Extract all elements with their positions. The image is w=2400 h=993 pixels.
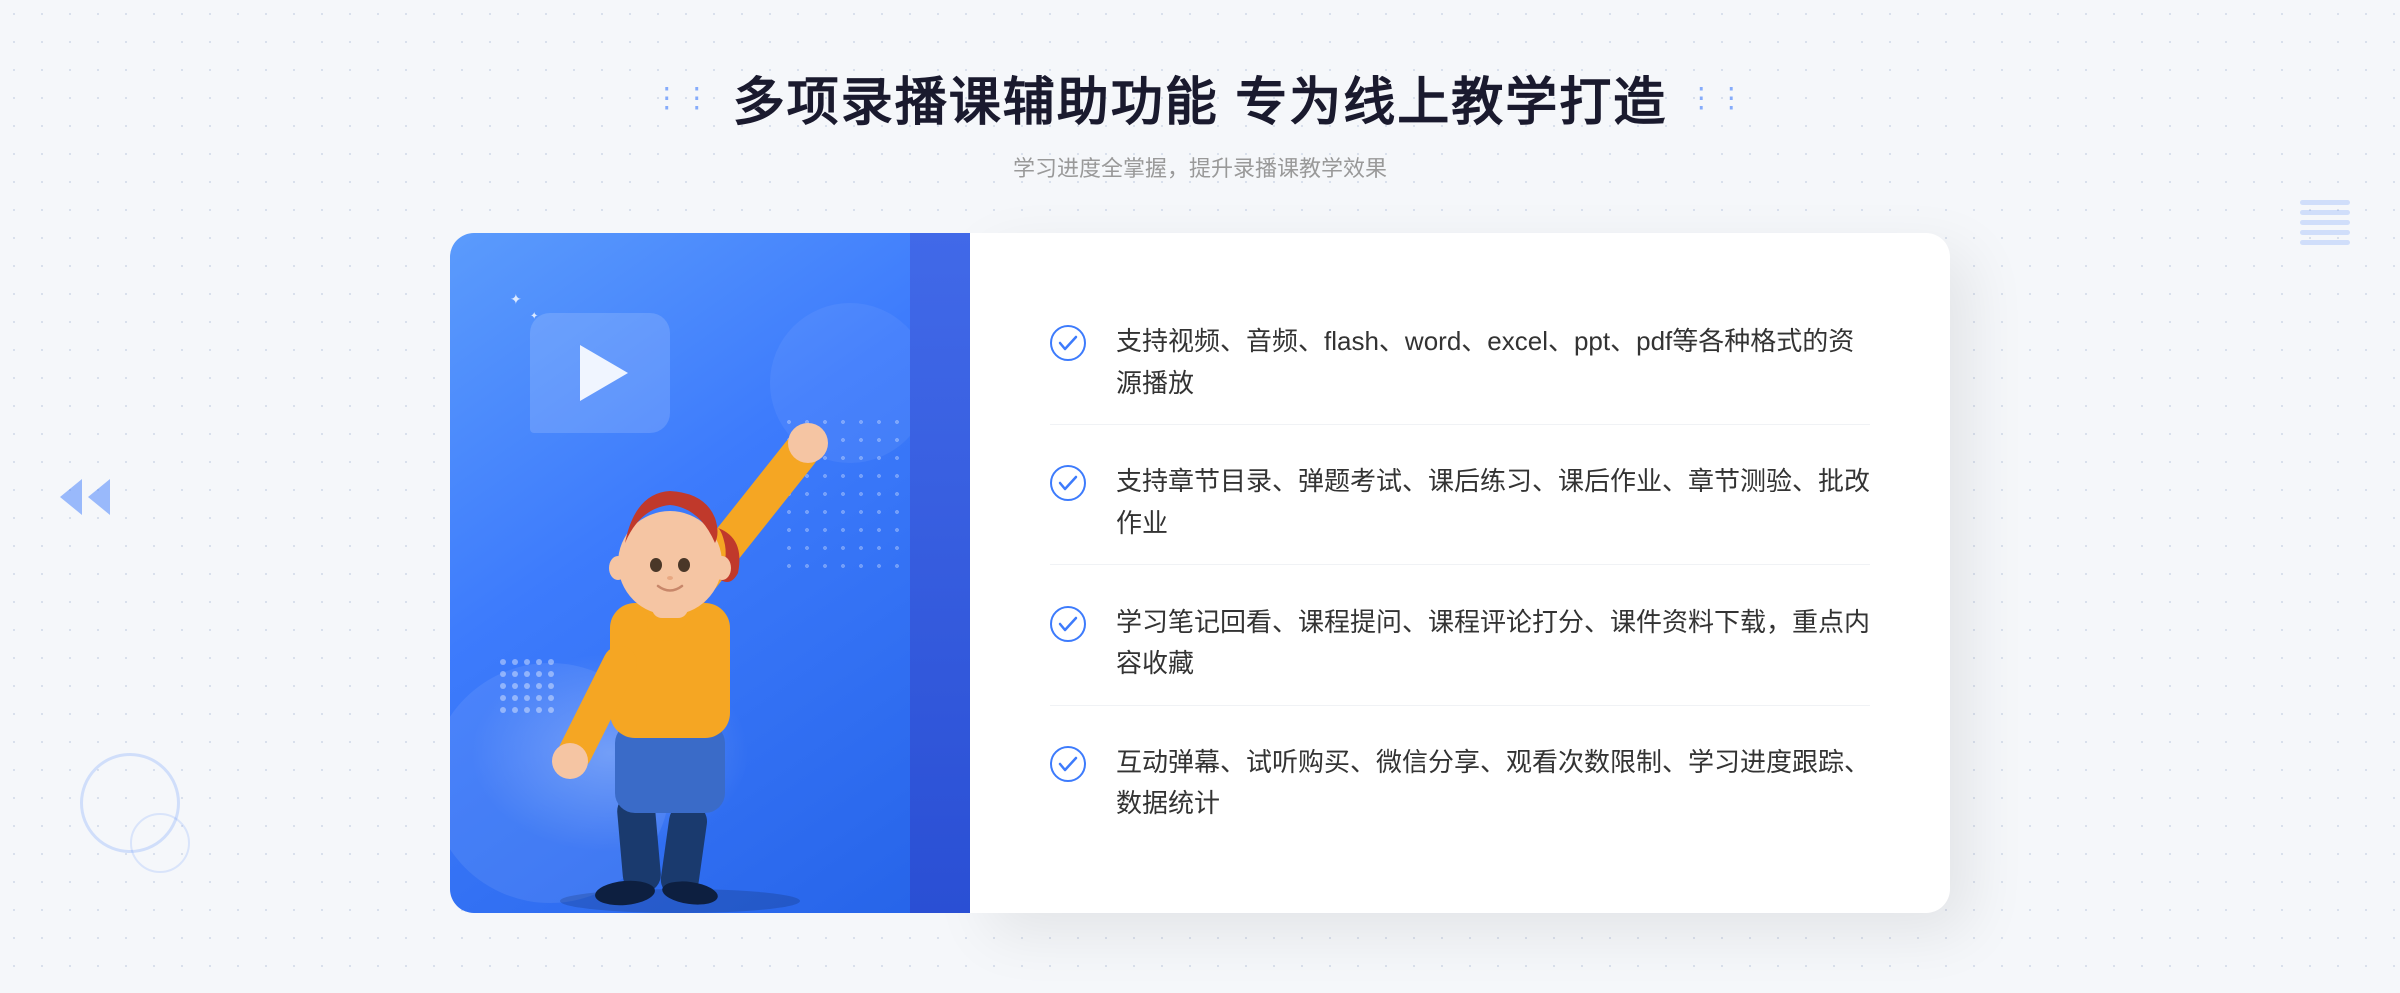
check-icon-3	[1050, 606, 1086, 642]
header-section: ⋮⋮ 多项录播课辅助功能 专为线上教学打造 ⋮⋮ 学习进度全掌握，提升录播课教学…	[653, 60, 1747, 183]
check-icon-1	[1050, 325, 1086, 361]
feature-text-3: 学习笔记回看、课程提问、课程评论打分、课件资料下载，重点内容收藏	[1116, 602, 1870, 685]
title-dots-left: ⋮⋮	[653, 81, 713, 114]
feature-item-1: 支持视频、音频、flash、word、excel、ppt、pdf等各种格式的资源…	[1050, 301, 1870, 425]
feature-text-2: 支持章节目录、弹题考试、课后练习、课后作业、章节测验、批改作业	[1116, 461, 1870, 544]
circle-outline-small	[130, 813, 190, 873]
check-icon-2	[1050, 465, 1086, 501]
features-card: 支持视频、音频、flash、word、excel、ppt、pdf等各种格式的资源…	[970, 233, 1950, 913]
chevron-left-decoration	[60, 479, 110, 515]
title-dots-right: ⋮⋮	[1687, 81, 1747, 114]
feature-text-1: 支持视频、音频、flash、word、excel、ppt、pdf等各种格式的资源…	[1116, 321, 1870, 404]
content-section: 支持视频、音频、flash、word、excel、ppt、pdf等各种格式的资源…	[450, 233, 1950, 913]
page-subtitle: 学习进度全掌握，提升录播课教学效果	[1013, 151, 1387, 183]
figure-illustration	[490, 353, 870, 913]
feature-item-3: 学习笔记回看、课程提问、课程评论打分、课件资料下载，重点内容收藏	[1050, 582, 1870, 706]
title-row: ⋮⋮ 多项录播课辅助功能 专为线上教学打造 ⋮⋮	[653, 60, 1747, 135]
stripe-decoration-right	[2300, 200, 2350, 245]
illustration-card	[450, 233, 970, 913]
sidebar-strip	[910, 233, 970, 913]
bottom-left-decoration	[80, 753, 190, 873]
feature-text-4: 互动弹幕、试听购买、微信分享、观看次数限制、学习进度跟踪、数据统计	[1116, 742, 1870, 825]
check-icon-4	[1050, 746, 1086, 782]
page-container: ⋮⋮ 多项录播课辅助功能 专为线上教学打造 ⋮⋮ 学习进度全掌握，提升录播课教学…	[0, 0, 2400, 993]
page-title: 多项录播课辅助功能 专为线上教学打造	[733, 60, 1667, 135]
feature-item-2: 支持章节目录、弹题考试、课后练习、课后作业、章节测验、批改作业	[1050, 441, 1870, 565]
sparkle-decoration	[510, 291, 526, 307]
feature-item-4: 互动弹幕、试听购买、微信分享、观看次数限制、学习进度跟踪、数据统计	[1050, 722, 1870, 845]
